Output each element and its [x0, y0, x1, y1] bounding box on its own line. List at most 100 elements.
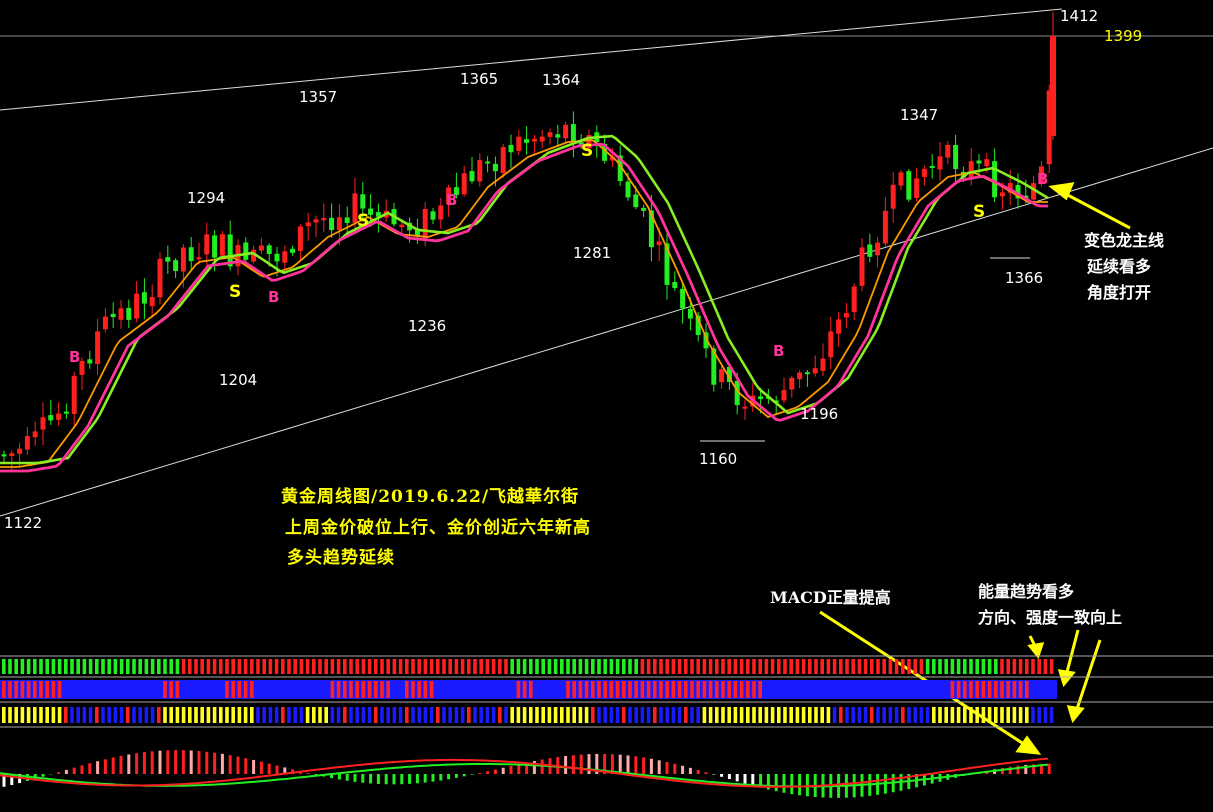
strip-bar [386, 659, 390, 674]
strip-bar [448, 659, 452, 674]
strip-bar [225, 681, 229, 698]
strip-bar [702, 707, 707, 723]
price-label-1160: 1160 [699, 450, 737, 468]
strip-bar [45, 659, 49, 674]
strip-bar [894, 707, 899, 723]
strip-bar [702, 681, 707, 698]
candle [9, 453, 15, 457]
strip-bar [932, 659, 936, 674]
strip-bar [188, 659, 192, 674]
strip-bar [274, 707, 279, 723]
candle [656, 241, 662, 246]
strip-bar [1049, 707, 1054, 723]
strip-bar [994, 659, 998, 674]
strip-bar [981, 659, 986, 674]
strip-bar [783, 707, 787, 723]
strip-bar [721, 659, 725, 674]
strip-bar [603, 681, 607, 698]
strip-bar [250, 707, 254, 723]
strip-bar [126, 659, 130, 674]
candle [906, 171, 912, 200]
strip-bar [188, 707, 192, 723]
strip-bar [442, 659, 446, 674]
strip-bar [361, 659, 366, 674]
strip-bar [882, 659, 886, 674]
strip-bar [659, 707, 663, 723]
strip-bar [405, 707, 409, 723]
strip-bar [888, 659, 893, 674]
strip-bar [932, 707, 936, 723]
strip-bar [1025, 681, 1029, 698]
strip-bar [26, 707, 31, 723]
strip-bar [752, 707, 756, 723]
strip-bar [88, 659, 93, 674]
dragon-arrow [1061, 190, 1131, 230]
dragon-note-line: 角度打开 [1087, 283, 1152, 302]
strip-bar [330, 707, 335, 723]
candle [274, 253, 280, 262]
strip-bar [814, 659, 818, 674]
candle [570, 124, 576, 143]
strip-bar [491, 707, 496, 723]
strip-bar [281, 707, 285, 723]
strip-bar [901, 707, 905, 723]
strip-bar [361, 707, 366, 723]
strip-bar [963, 707, 967, 723]
strip-bar [646, 681, 651, 698]
candle [157, 258, 163, 298]
candle [461, 173, 467, 195]
strip-bar [1043, 707, 1048, 723]
candle [953, 144, 959, 170]
candle [719, 369, 725, 383]
strip-bar [39, 681, 43, 698]
strip-bar [163, 707, 167, 723]
strip-bar [987, 659, 992, 674]
strip-bar [733, 707, 738, 723]
candle [524, 139, 530, 143]
candle [882, 210, 888, 244]
energy-arrow-3-head [1066, 705, 1085, 724]
candle [921, 168, 927, 177]
strip-bar [312, 707, 316, 723]
strip-bar [839, 707, 843, 723]
strip-bar [640, 681, 645, 698]
strip-bar [293, 659, 297, 674]
strip-bar [343, 659, 347, 674]
strip-bar [684, 681, 688, 698]
strip-bar [181, 707, 186, 723]
strip-bar [429, 681, 434, 698]
strip-bar [336, 681, 341, 698]
strip-bar [237, 659, 242, 674]
strip-bar [541, 707, 545, 723]
candle [344, 217, 350, 224]
strip-bar [560, 707, 564, 723]
candle [641, 207, 647, 211]
strip-bar [57, 659, 62, 674]
strip-bar [777, 659, 781, 674]
strip-bar [76, 707, 80, 723]
strip-bar [101, 707, 105, 723]
candle [399, 224, 405, 228]
macd-note: MACD正量提高 [770, 588, 891, 607]
strip-bar [417, 681, 421, 698]
strip-bar [752, 659, 756, 674]
strip-bar [132, 659, 136, 674]
strip-bar [578, 681, 583, 698]
strip-bar [398, 707, 403, 723]
strip-bar [622, 659, 626, 674]
strip-bar [715, 659, 719, 674]
candle [141, 292, 147, 304]
candle [290, 248, 296, 253]
candle [968, 161, 974, 179]
strip-bar [491, 659, 496, 674]
macd-panel [0, 750, 1051, 798]
strip-bar [330, 681, 335, 698]
strip-bar [547, 659, 552, 674]
strip-bar [826, 659, 831, 674]
candle [173, 260, 179, 272]
strip-bar [894, 659, 899, 674]
price-label-1281: 1281 [573, 244, 611, 262]
strip-bar [764, 659, 769, 674]
strip-bar [801, 659, 806, 674]
strip-bar [442, 707, 446, 723]
